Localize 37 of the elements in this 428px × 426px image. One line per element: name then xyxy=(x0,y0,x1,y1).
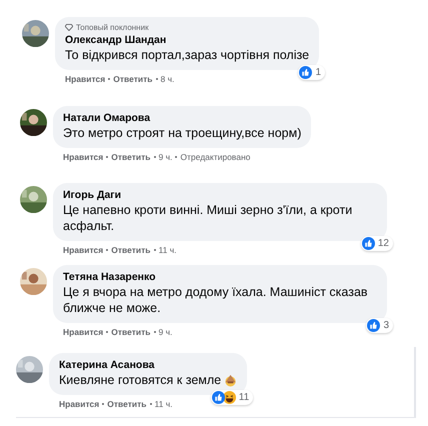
diamond-icon xyxy=(65,24,73,31)
comment-time[interactable]: 11 ч. xyxy=(154,399,173,409)
comment-text: Це я вчора на метро додому їхала. Машиніст сказав ближче не може. xyxy=(63,284,369,316)
reaction-count[interactable]: 1 xyxy=(298,65,326,80)
comment-text: То відкрився портал,зараз чортівня полізе xyxy=(65,47,310,63)
like-link[interactable]: Нравится xyxy=(59,399,100,409)
comment-text: Киевляне готовятся к земле xyxy=(59,372,222,388)
like-icon xyxy=(362,237,375,250)
like-link[interactable]: Нравится xyxy=(63,245,104,255)
like-link[interactable]: Нравится xyxy=(65,74,106,84)
comment-time[interactable]: 9 ч. xyxy=(158,327,172,337)
comment-time[interactable]: 8 ч. xyxy=(160,74,174,84)
like-link[interactable]: Нравится xyxy=(63,152,104,162)
reaction-count[interactable]: 3 xyxy=(366,318,393,333)
like-icon xyxy=(299,66,312,79)
comment-text: Це напевно кроти винні. Миші зерно з'їли, а кроти асфальт. xyxy=(63,202,354,234)
comment-time[interactable]: 11 ч. xyxy=(158,245,177,255)
author-name[interactable]: Игорь Даги xyxy=(63,189,377,202)
reaction-count[interactable]: 12 xyxy=(360,236,393,251)
comment-text: Это метро строят на троещину,все норм) xyxy=(63,125,302,141)
like-link[interactable]: Нравится xyxy=(63,327,104,337)
author-name[interactable]: Тетяна Назаренко xyxy=(63,271,377,284)
reaction-count[interactable]: 11 xyxy=(210,390,254,405)
fan-badge-label: Топовый поклонник xyxy=(76,23,149,32)
reply-link[interactable]: Ответить xyxy=(111,327,151,337)
reply-link[interactable]: Ответить xyxy=(107,399,147,409)
laughing-face-icon xyxy=(222,391,236,404)
edited-label[interactable]: Отредактировано xyxy=(180,152,250,162)
author-name[interactable]: Катерина Асанова xyxy=(59,359,238,372)
reply-link[interactable]: Ответить xyxy=(111,245,151,255)
author-name[interactable]: Олександр Шандан xyxy=(65,34,310,47)
like-icon xyxy=(367,319,380,332)
author-name[interactable]: Натали Омарова xyxy=(63,112,302,125)
like-icon xyxy=(212,391,225,404)
reply-link[interactable]: Ответить xyxy=(111,152,151,162)
reply-link[interactable]: Ответить xyxy=(113,74,153,84)
comment-time[interactable]: 9 ч. xyxy=(158,152,172,162)
